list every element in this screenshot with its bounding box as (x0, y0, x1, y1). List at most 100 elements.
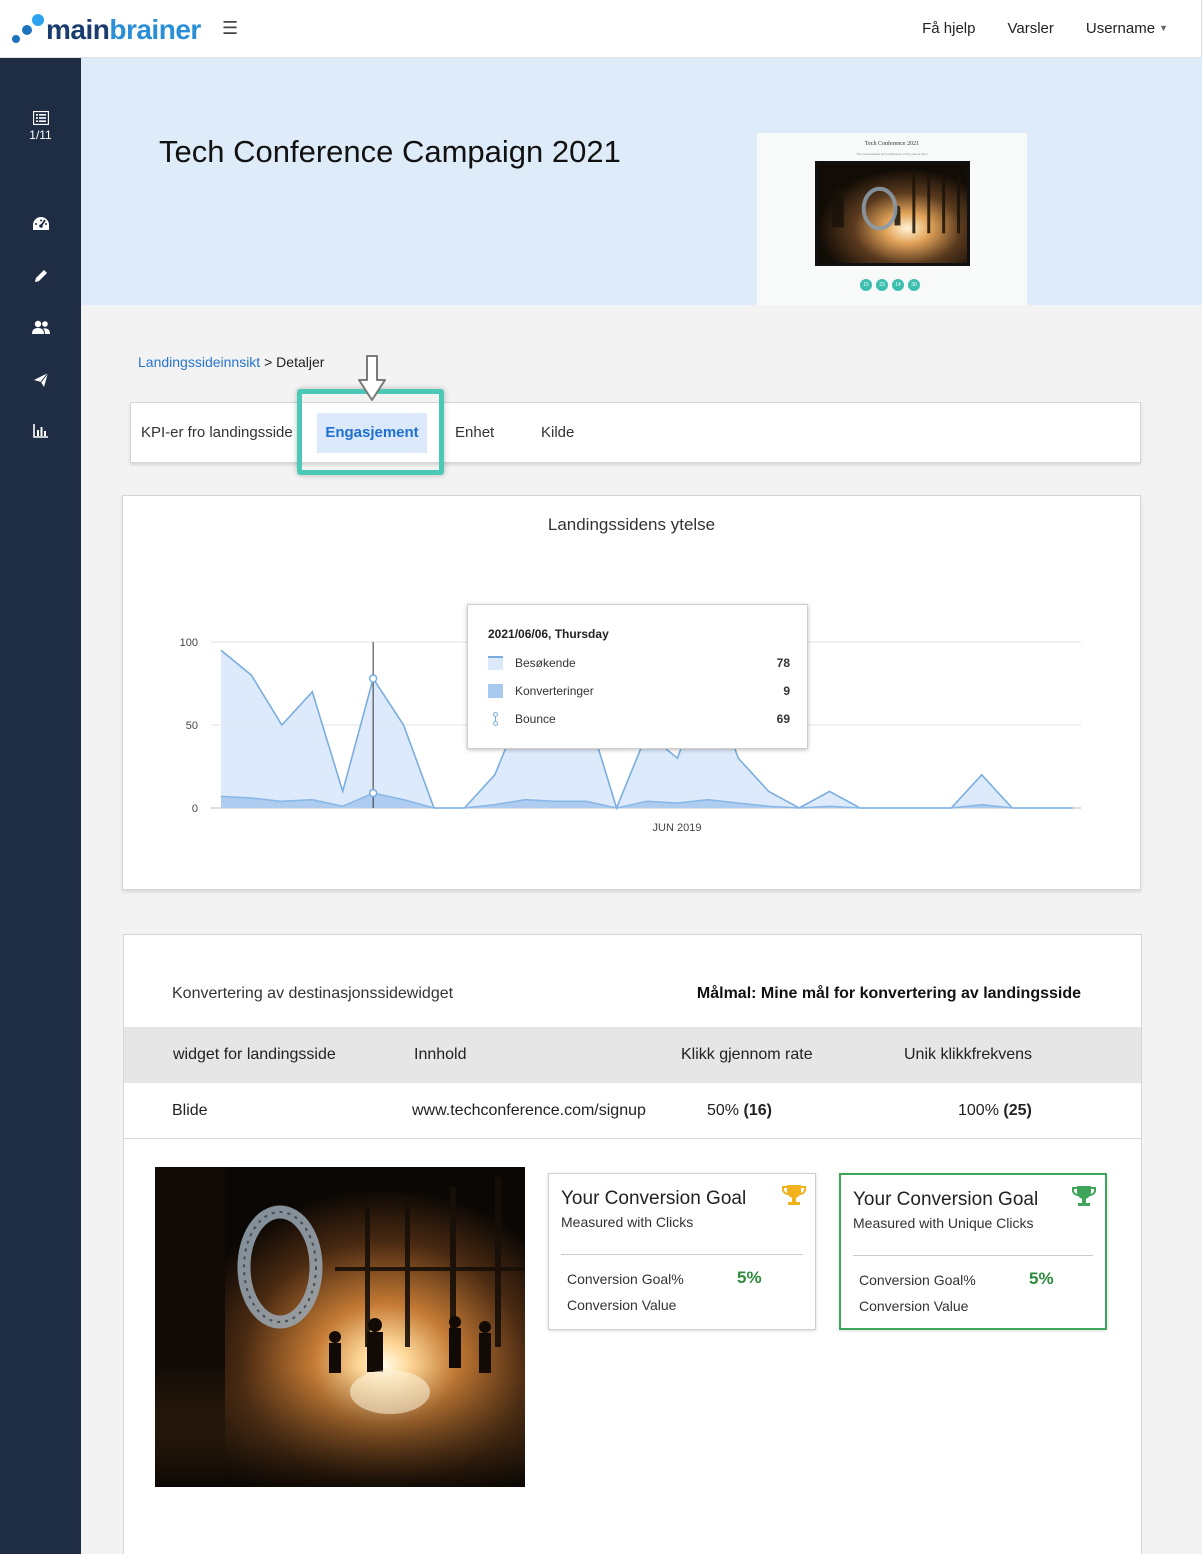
cell-unique-ctr: 100% (25) (958, 1083, 1032, 1139)
caret-down-icon: ▼ (1159, 23, 1168, 33)
page-title: Tech Conference Campaign 2021 (159, 134, 621, 169)
sidebar-item-reports[interactable] (0, 424, 81, 438)
breadcrumb-current: Detaljer (276, 354, 325, 370)
sidebar: 1/11 (0, 58, 81, 1554)
goal-card-divider (561, 1254, 803, 1255)
col-widget: widget for landingsside (173, 1046, 336, 1063)
col-ctr: Klikk gjennom rate (681, 1046, 813, 1063)
breadcrumb: Landingssideinnsikt > Detaljer (138, 354, 324, 370)
pencil-icon (34, 270, 47, 282)
countdown-days: 15 (860, 279, 872, 291)
list-icon (32, 111, 49, 125)
send-icon (33, 372, 48, 387)
ctr-count: (16) (743, 1102, 772, 1119)
unique-percent: 100% (958, 1102, 999, 1119)
breadcrumb-separator: > (260, 354, 277, 370)
goal-card-title: Your Conversion Goal (853, 1189, 1039, 1210)
tooltip-label-visitors: Besøkende (515, 656, 576, 670)
countdown-seconds: 30 (908, 279, 920, 291)
sidebar-item-list[interactable]: 1/11 (0, 111, 81, 142)
goal-card-title: Your Conversion Goal (561, 1188, 747, 1209)
sidebar-item-edit[interactable] (0, 268, 81, 284)
col-content: Innhold (414, 1046, 467, 1063)
sidebar-item-send[interactable] (0, 372, 81, 388)
conversion-goal-label: Målmal: Mine mål for konvertering av lan… (696, 985, 1081, 1002)
trophy-icon (782, 1185, 806, 1205)
widget-conversion-heading: Konvertering av destinasjonssidewidget (172, 985, 454, 1002)
y-tick-label: 100 (180, 637, 198, 649)
goal-value-label: Conversion Value (859, 1298, 969, 1314)
goal-percent-value: 5% (1029, 1269, 1054, 1288)
tooltip-row-bounce: Bounce 69 (488, 711, 790, 727)
sidebar-item-contacts[interactable] (0, 320, 81, 334)
widget-table-header: widget for landingsside Innhold Klikk gj… (124, 1027, 1141, 1083)
pointer-arrow-icon (358, 355, 386, 401)
trophy-icon (1072, 1186, 1096, 1206)
ctr-percent: 50% (707, 1102, 740, 1119)
campaign-hero: Tech Conference Campaign 2021 Tech Confe… (81, 58, 1202, 305)
conversions-swatch (488, 684, 503, 698)
tooltip-row-visitors: Besøkende 78 (488, 655, 790, 671)
sidebar-item-dashboard[interactable] (0, 216, 81, 232)
widget-conversion-card: Konvertering av destinasjonssidewidget M… (123, 934, 1142, 1554)
y-tick-label: 50 (186, 720, 198, 732)
conversion-goal-card-unique-clicks: Your Conversion Goal Measured with Uniqu… (839, 1173, 1107, 1330)
notifications-link[interactable]: Varsler (1007, 20, 1053, 37)
top-nav: Få hjelp Varsler Username ▼ (922, 20, 1168, 37)
username-label: Username (1085, 20, 1156, 37)
tooltip-value-conversions: 9 (783, 684, 790, 698)
breadcrumb-insights-link[interactable]: Landingssideinnsikt (138, 354, 260, 370)
goal-card-divider (853, 1255, 1093, 1256)
goal-percent-label: Conversion Goal% (567, 1271, 684, 1287)
tooltip-label-conversions: Konverteringer (515, 684, 594, 698)
tab-source[interactable]: Kilde (541, 403, 574, 462)
cell-content[interactable]: www.techconference.com/signup (412, 1083, 646, 1139)
goal-percent-label: Conversion Goal% (859, 1272, 976, 1288)
unique-count: (25) (1003, 1102, 1032, 1119)
visitors-swatch (488, 656, 503, 670)
countdown-minutes: 14 (892, 279, 904, 291)
insights-tab-bar: KPI-er fro landingsside Engasjement Enhe… (130, 402, 1141, 463)
logo-mark-icon (10, 13, 44, 47)
bar-chart-icon (32, 424, 48, 438)
cell-widget: Blide (172, 1102, 208, 1119)
page-counter: 1/11 (29, 128, 52, 142)
performance-chart-card: Landingssidens ytelse 0 50 100 JUN 2019 202… (122, 495, 1141, 890)
goal-percent-value: 5% (737, 1268, 762, 1287)
y-tick-label: 0 (192, 803, 198, 815)
thumbnail-subtitle: The most awaited tech conference of the … (856, 152, 928, 156)
tooltip-value-bounce: 69 (776, 712, 790, 726)
x-axis-label: JUN 2019 (653, 822, 702, 834)
hover-point (368, 674, 378, 683)
cell-ctr: 50% (16) (707, 1083, 772, 1139)
top-bar: mainbrainer ☰ Få hjelp Varsler Username ▼ (0, 0, 1202, 58)
thumbnail-image (815, 161, 970, 266)
dashboard-icon (32, 217, 49, 230)
bounce-swatch-icon (493, 712, 498, 726)
tab-kpi[interactable]: KPI-er fro landingsside (141, 403, 293, 462)
landing-page-thumbnail[interactable]: Tech Conference 2021 The most awaited te… (757, 133, 1027, 305)
hamburger-menu-icon[interactable]: ☰ (222, 18, 238, 39)
goal-card-subtitle: Measured with Clicks (561, 1214, 694, 1230)
help-link[interactable]: Få hjelp (922, 20, 975, 37)
countdown-hours: 23 (876, 279, 888, 291)
tooltip-value-visitors: 78 (776, 656, 790, 670)
table-row[interactable]: Blide www.techconference.com/signup 50% … (124, 1083, 1141, 1139)
tooltip-date: 2021/06/06, Thursday (488, 627, 609, 641)
tab-device[interactable]: Enhet (455, 403, 494, 462)
col-unique-ctr: Unik klikkfrekvens (904, 1046, 1033, 1063)
user-menu[interactable]: Username ▼ (1086, 20, 1168, 37)
thumbnail-title: Tech Conference 2021 (864, 141, 920, 147)
goal-value-label: Conversion Value (567, 1297, 677, 1313)
conversion-goal-card-clicks: Your Conversion Goal Measured with Click… (548, 1173, 816, 1330)
users-icon (31, 320, 50, 334)
tooltip-row-conversions: Konverteringer 9 (488, 683, 790, 699)
logo-wordmark: mainbrainer (46, 14, 201, 45)
chart-tooltip: 2021/06/06, Thursday Besøkende 78 Konver… (467, 604, 808, 749)
countdown-dots: 15 23 14 30 (860, 279, 920, 291)
hover-point (368, 788, 378, 798)
widget-preview-image (155, 1167, 525, 1487)
mainbrainer-logo[interactable]: mainbrainer (10, 13, 201, 47)
tooltip-label-bounce: Bounce (515, 712, 556, 726)
goal-card-subtitle: Measured with Unique Clicks (853, 1215, 1034, 1231)
